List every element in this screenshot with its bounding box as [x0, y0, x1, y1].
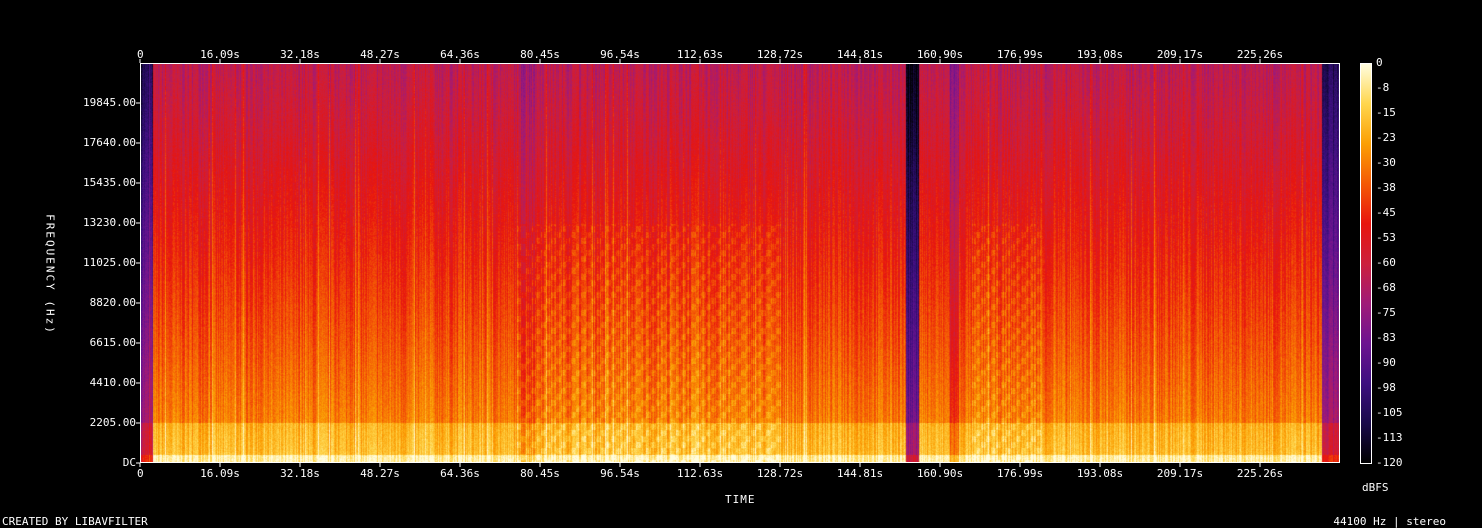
colorbar-tick-label: -90	[1376, 356, 1396, 369]
x-tick-label-top: 225.26s	[1236, 48, 1284, 61]
x-tick-label-bottom: 193.08s	[1076, 467, 1124, 480]
x-tick-label-bottom: 209.17s	[1156, 467, 1204, 480]
x-tick-label-bottom: 80.45s	[520, 467, 560, 480]
footer-credit: CREATED BY LIBAVFILTER	[2, 515, 148, 528]
colorbar-tick-label: -23	[1376, 131, 1396, 144]
x-tick-label-bottom: 225.26s	[1236, 467, 1284, 480]
x-tick-label-top: 193.08s	[1076, 48, 1124, 61]
colorbar-tick-label: -75	[1376, 306, 1396, 319]
x-tick-label-top: 32.18s	[280, 48, 320, 61]
x-tick-label-top: 128.72s	[756, 48, 804, 61]
x-tick-label-bottom: 144.81s	[836, 467, 884, 480]
x-tick-label-top: 209.17s	[1156, 48, 1204, 61]
footer-audio-info: 44100 Hz | stereo	[1333, 515, 1446, 528]
colorbar-tick-label: -113	[1376, 431, 1403, 444]
x-tick-label-bottom: 48.27s	[360, 467, 400, 480]
x-tick-label-top: 0	[137, 48, 144, 61]
y-tick-label: 4410.00	[89, 376, 136, 389]
x-tick-label-bottom: 160.90s	[916, 467, 964, 480]
colorbar-tick-label: 0	[1376, 56, 1383, 69]
y-tick-label: 17640.00	[83, 136, 136, 149]
y-tick-label: 11025.00	[83, 256, 136, 269]
y-tick-label: 19845.00	[83, 96, 136, 109]
colorbar-tick-label: -120	[1376, 456, 1403, 469]
x-axis-label: TIME	[725, 493, 756, 506]
y-tick-label: 6615.00	[89, 336, 136, 349]
x-tick-label-top: 160.90s	[916, 48, 964, 61]
colorbar-tick-label: -8	[1376, 81, 1390, 94]
colorbar-tick-label: -83	[1376, 331, 1396, 344]
x-tick-label-top: 144.81s	[836, 48, 884, 61]
y-tick-label: 2205.00	[89, 416, 136, 429]
x-tick-label-top: 176.99s	[996, 48, 1044, 61]
x-tick-label-top: 96.54s	[600, 48, 640, 61]
x-tick-label-top: 48.27s	[360, 48, 400, 61]
colorbar-unit-label: dBFS	[1362, 481, 1389, 494]
y-tick-label: 8820.00	[89, 296, 136, 309]
x-tick-label-bottom: 176.99s	[996, 467, 1044, 480]
x-tick-label-bottom: 16.09s	[200, 467, 240, 480]
x-tick-label-top: 80.45s	[520, 48, 560, 61]
x-tick-label-top: 64.36s	[440, 48, 480, 61]
colorbar-tick-label: -98	[1376, 381, 1396, 394]
colorbar-tick-label: -68	[1376, 281, 1396, 294]
colorbar-tick-label: -45	[1376, 206, 1396, 219]
axes-overlay	[136, 59, 1261, 467]
x-tick-label-bottom: 96.54s	[600, 467, 640, 480]
colorbar-tick-label: -15	[1376, 106, 1396, 119]
y-tick-label: 15435.00	[83, 176, 136, 189]
colorbar-tick-label: -30	[1376, 156, 1396, 169]
x-tick-label-bottom: 64.36s	[440, 467, 480, 480]
x-tick-label-top: 16.09s	[200, 48, 240, 61]
colorbar	[1360, 63, 1372, 464]
x-tick-label-bottom: 0	[137, 467, 144, 480]
colorbar-tick-label: -60	[1376, 256, 1396, 269]
y-tick-label: 13230.00	[83, 216, 136, 229]
x-tick-label-bottom: 128.72s	[756, 467, 804, 480]
x-tick-label-top: 112.63s	[676, 48, 724, 61]
y-tick-label: DC	[122, 456, 136, 469]
x-tick-label-bottom: 32.18s	[280, 467, 320, 480]
colorbar-tick-label: -53	[1376, 231, 1396, 244]
colorbar-tick-label: -105	[1376, 406, 1403, 419]
colorbar-tick-label: -38	[1376, 181, 1396, 194]
x-tick-label-bottom: 112.63s	[676, 467, 724, 480]
